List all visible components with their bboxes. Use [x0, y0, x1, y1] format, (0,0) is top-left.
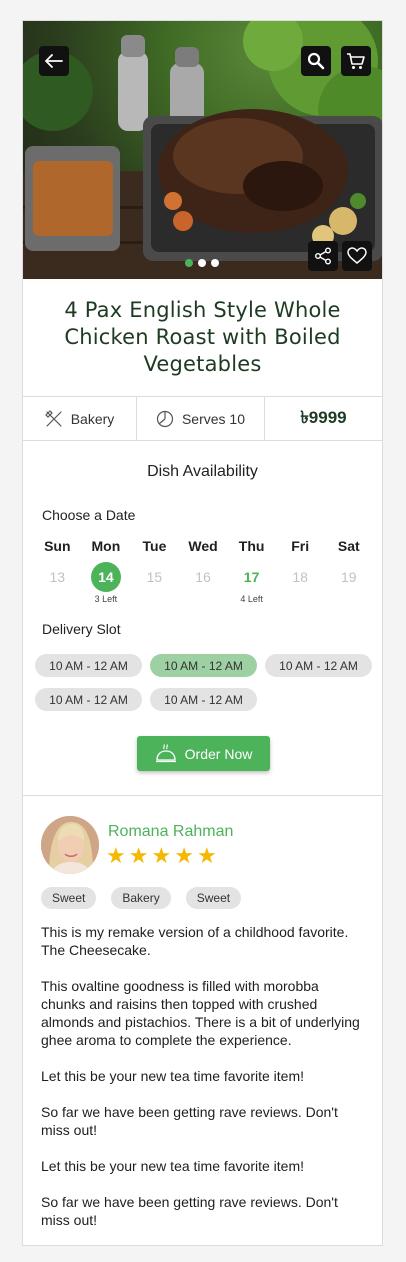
- share-icon: [315, 247, 331, 265]
- delivery-slot[interactable]: 10 AM - 12 AM: [35, 654, 142, 677]
- day-name: Mon: [91, 538, 121, 554]
- day-stock: 3 Left: [94, 594, 118, 604]
- star-icon: ★: [174, 843, 194, 868]
- carousel-dot[interactable]: [185, 259, 193, 267]
- delivery-slot[interactable]: 10 AM - 12 AM: [265, 654, 372, 677]
- star-icon: ★: [106, 843, 126, 868]
- day-wed: Wed 16: [179, 538, 228, 606]
- day-name: Sun: [44, 538, 71, 554]
- category-info: Bakery: [23, 397, 137, 440]
- availability-heading: Dish Availability: [147, 463, 258, 480]
- day-thu[interactable]: Thu 17 4 Left: [227, 538, 276, 606]
- day-mon[interactable]: Mon 14 3 Left: [82, 538, 131, 606]
- delivery-slot[interactable]: 10 AM - 12 AM: [35, 688, 142, 711]
- cloche-icon: [155, 743, 176, 762]
- dish-info-bar: Bakery Serves 10 ৳9999: [23, 397, 382, 441]
- dish-availability-section: Dish Availability Choose a Date Sun 13 M…: [23, 441, 382, 796]
- reviewer-name[interactable]: Romana Rahman: [108, 823, 233, 841]
- review-paragraph: Let this be your new tea time favorite i…: [41, 1068, 305, 1084]
- day-name: Fri: [291, 538, 310, 554]
- category-label: Bakery: [70, 410, 115, 427]
- search-icon: [307, 52, 325, 70]
- day-sat: Sat 19: [324, 538, 373, 606]
- rating-stars: ★ ★ ★ ★ ★: [106, 845, 217, 867]
- day-name: Wed: [188, 538, 218, 554]
- tag-chip[interactable]: Sweet: [41, 887, 97, 909]
- review-paragraph: So far we have been getting rave reviews…: [41, 1194, 338, 1228]
- day-number: 16: [195, 569, 211, 585]
- delivery-slot-list: 10 AM - 12 AM 10 AM - 12 AM 10 AM - 12 A…: [35, 654, 375, 711]
- favorite-button[interactable]: [342, 241, 372, 271]
- review-paragraph: Let this be your new tea time favorite i…: [41, 1158, 305, 1174]
- tag-chip[interactable]: Bakery: [111, 887, 171, 909]
- day-number[interactable]: 14: [90, 562, 121, 592]
- delivery-slot-selected[interactable]: 10 AM - 12 AM: [150, 654, 257, 677]
- order-now-button[interactable]: Order Now: [137, 736, 270, 771]
- day-tue: Tue 15: [130, 538, 179, 606]
- review-body: This is my remake version of a childhood…: [41, 923, 366, 1245]
- delivery-slot[interactable]: 10 AM - 12 AM: [150, 688, 257, 711]
- day-name: Thu: [238, 538, 265, 554]
- day-name: Sat: [337, 538, 360, 554]
- dish-detail-card: 4 Pax English Style Whole Chicken Roast …: [22, 20, 383, 1246]
- cart-icon: [347, 53, 365, 69]
- utensils-icon: [44, 409, 62, 427]
- tag-list: Sweet Bakery Sweet: [41, 887, 242, 909]
- share-button[interactable]: [308, 241, 338, 271]
- tag-chip[interactable]: Sweet: [185, 887, 242, 909]
- avatar-photo: [41, 816, 99, 874]
- star-icon: ★: [196, 843, 217, 868]
- dish-title-section: 4 Pax English Style Whole Chicken Roast …: [23, 279, 382, 397]
- choose-date-label: Choose a Date: [42, 507, 136, 523]
- heart-icon: [347, 247, 367, 264]
- serves-info: Serves 10: [137, 397, 265, 440]
- day-stock: 4 Left: [240, 594, 263, 604]
- day-number: 19: [340, 569, 357, 585]
- day-sun: Sun 13: [33, 538, 82, 606]
- review-paragraph: This ovaltine goodness is filled with mo…: [41, 978, 360, 1048]
- date-picker: Sun 13 Mon 14 3 Left Tue 15 Wed 16 Thu 1…: [33, 538, 373, 606]
- reviewer-avatar[interactable]: [41, 816, 99, 874]
- carousel-indicator: [185, 259, 219, 267]
- day-number: 13: [49, 569, 66, 585]
- price-info: ৳9999: [265, 397, 382, 440]
- dish-image-carousel[interactable]: [23, 21, 382, 279]
- search-button[interactable]: [301, 46, 331, 76]
- serves-label: Serves 10: [181, 410, 246, 427]
- day-name: Tue: [142, 538, 167, 554]
- day-number: 15: [146, 569, 163, 585]
- back-button[interactable]: [39, 46, 69, 76]
- carousel-dot[interactable]: [198, 259, 206, 267]
- price-label: ৳9999: [300, 407, 347, 427]
- day-fri: Fri 18: [276, 538, 325, 606]
- review-paragraph: This is my remake version of a childhood…: [41, 924, 349, 958]
- order-now-label: Order Now: [184, 745, 253, 762]
- star-icon: ★: [128, 843, 149, 868]
- pie-chart-icon: [156, 410, 174, 427]
- arrow-left-icon: [45, 54, 63, 68]
- review-paragraph: So far we have been getting rave reviews…: [41, 1104, 338, 1138]
- cart-button[interactable]: [341, 46, 371, 76]
- delivery-slot-label: Delivery Slot: [42, 621, 121, 637]
- day-number[interactable]: 17: [237, 562, 267, 592]
- carousel-dot[interactable]: [211, 259, 219, 267]
- star-icon: ★: [151, 843, 172, 868]
- day-number: 18: [292, 569, 308, 585]
- dish-title: 4 Pax English Style Whole Chicken Roast …: [64, 298, 341, 376]
